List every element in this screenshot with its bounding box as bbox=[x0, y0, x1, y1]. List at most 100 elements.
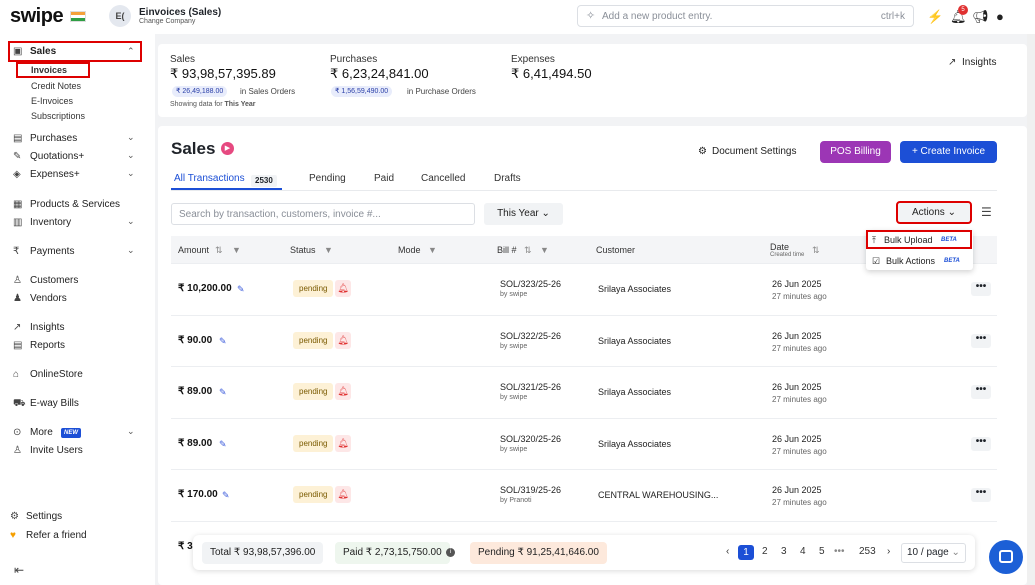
sidebar-item-expenses[interactable]: Expenses+ bbox=[30, 169, 80, 180]
sidebar-item-customers[interactable]: Customers bbox=[30, 275, 78, 286]
amount-cell[interactable]: ₹ 90.00 bbox=[178, 335, 212, 346]
customer-name[interactable]: Srilaya Associates bbox=[598, 284, 671, 294]
company-avatar[interactable]: E( bbox=[109, 5, 131, 27]
customer-name[interactable]: Srilaya Associates bbox=[598, 439, 671, 449]
sidebar-item-quotations[interactable]: Quotations+ bbox=[30, 151, 84, 162]
more-options-button[interactable]: ••• bbox=[971, 488, 991, 502]
filter-icon[interactable]: ▼ bbox=[232, 245, 241, 255]
sidebar-item-invoices[interactable]: Invoices bbox=[31, 65, 67, 75]
sidebar-item-subscriptions[interactable]: Subscriptions bbox=[31, 111, 85, 121]
chevron-down-icon[interactable]: ⌄ bbox=[127, 216, 135, 227]
sort-icon[interactable]: ⇅ bbox=[524, 245, 532, 256]
bulk-upload-item[interactable]: Bulk Upload bbox=[884, 235, 933, 245]
customer-name[interactable]: Srilaya Associates bbox=[598, 387, 671, 397]
reminder-bell-icon[interactable]: 🔔︎ bbox=[335, 280, 351, 297]
reminder-bell-icon[interactable]: 🔔︎ bbox=[335, 383, 351, 400]
chevron-down-icon[interactable]: ⌄ bbox=[127, 150, 135, 161]
sidebar-item-onlinestore[interactable]: OnlineStore bbox=[30, 369, 83, 380]
chevron-up-icon[interactable]: ⌃ bbox=[127, 46, 135, 57]
column-settings-icon[interactable]: ☰ bbox=[981, 205, 992, 219]
column-amount[interactable]: Amount bbox=[178, 245, 209, 255]
chat-support-button[interactable] bbox=[989, 540, 1023, 574]
chevron-down-icon[interactable]: ⌄ bbox=[127, 245, 135, 256]
actions-button[interactable]: Actions ⌄ bbox=[896, 201, 972, 224]
more-options-button[interactable]: ••• bbox=[971, 437, 991, 451]
column-mode[interactable]: Mode bbox=[398, 245, 421, 255]
lightning-icon[interactable]: ⚡ bbox=[927, 9, 943, 25]
document-settings-button[interactable]: Document Settings bbox=[712, 146, 797, 157]
sidebar-item-e-invoices[interactable]: E-Invoices bbox=[31, 96, 73, 106]
amount-cell[interactable]: ₹ 10,200.00 bbox=[178, 283, 232, 294]
next-page-icon[interactable]: › bbox=[887, 546, 890, 557]
more-options-button[interactable]: ••• bbox=[971, 385, 991, 399]
company-name[interactable]: Einvoices (Sales) bbox=[139, 7, 221, 18]
amount-cell[interactable]: ₹ 89.00 bbox=[178, 386, 212, 397]
swipe-logo[interactable]: swipe bbox=[10, 5, 64, 28]
info-icon[interactable]: i bbox=[446, 548, 455, 557]
account-icon[interactable]: ● bbox=[996, 9, 1004, 24]
sort-icon[interactable]: ⇅ bbox=[215, 245, 223, 256]
filter-icon[interactable]: ▼ bbox=[428, 245, 437, 255]
amount-cell[interactable]: ₹ 89.00 bbox=[178, 438, 212, 449]
column-date[interactable]: Date bbox=[770, 242, 789, 252]
create-invoice-button[interactable]: + Create Invoice bbox=[900, 141, 997, 163]
sidebar-item-invite-users[interactable]: Invite Users bbox=[30, 445, 83, 456]
chevron-down-icon[interactable]: ⌄ bbox=[127, 426, 135, 437]
insights-link[interactable]: Insights bbox=[962, 57, 996, 68]
page-ellipsis[interactable]: ••• bbox=[834, 546, 845, 557]
tab-drafts[interactable]: Drafts bbox=[494, 173, 521, 184]
page-253[interactable]: 253 bbox=[859, 546, 876, 557]
more-options-button[interactable]: ••• bbox=[971, 334, 991, 348]
page-5[interactable]: 5 bbox=[819, 546, 825, 557]
page-4[interactable]: 4 bbox=[800, 546, 806, 557]
bill-number[interactable]: SOL/320/25-26 bbox=[500, 434, 561, 444]
sidebar-item-vendors[interactable]: Vendors bbox=[30, 293, 67, 304]
sidebar-item-inventory[interactable]: Inventory bbox=[30, 217, 71, 228]
page-size-select[interactable]: 10 / page ⌄ bbox=[901, 543, 966, 563]
page-2[interactable]: 2 bbox=[762, 546, 768, 557]
sidebar-item-settings[interactable]: Settings bbox=[26, 511, 62, 522]
page-3[interactable]: 3 bbox=[781, 546, 787, 557]
bill-number[interactable]: SOL/319/25-26 bbox=[500, 485, 561, 495]
global-search-input[interactable]: ✧ Add a new product entry. ctrl+k bbox=[577, 5, 914, 27]
change-company-link[interactable]: Change Company bbox=[139, 18, 195, 25]
edit-pencil-icon[interactable]: ✎ bbox=[219, 439, 227, 450]
sidebar-item-refer[interactable]: Refer a friend bbox=[26, 530, 87, 541]
page-scrollbar[interactable] bbox=[1027, 34, 1035, 585]
bill-number[interactable]: SOL/321/25-26 bbox=[500, 382, 561, 392]
page-1[interactable]: 1 bbox=[738, 545, 754, 560]
bill-number[interactable]: SOL/323/25-26 bbox=[500, 279, 561, 289]
collapse-sidebar-icon[interactable]: ⇤ bbox=[14, 563, 24, 577]
column-bill[interactable]: Bill # bbox=[497, 245, 517, 255]
customer-name[interactable]: CENTRAL WAREHOUSING... bbox=[598, 490, 718, 500]
filter-icon[interactable]: ▼ bbox=[324, 245, 333, 255]
tab-cancelled[interactable]: Cancelled bbox=[421, 173, 465, 184]
bill-number[interactable]: SOL/322/25-26 bbox=[500, 331, 561, 341]
sidebar-item-credit-notes[interactable]: Credit Notes bbox=[31, 81, 81, 91]
edit-pencil-icon[interactable]: ✎ bbox=[237, 284, 245, 295]
tab-paid[interactable]: Paid bbox=[374, 173, 394, 184]
reminder-bell-icon[interactable]: 🔔︎ bbox=[335, 332, 351, 349]
sidebar-item-payments[interactable]: Payments bbox=[30, 246, 74, 257]
sidebar-item-eway-bills[interactable]: E-way Bills bbox=[30, 398, 79, 409]
chevron-down-icon[interactable]: ⌄ bbox=[127, 132, 135, 143]
sidebar-item-sales[interactable]: Sales bbox=[30, 46, 56, 57]
sidebar-item-reports[interactable]: Reports bbox=[30, 340, 65, 351]
reminder-bell-icon[interactable]: 🔔︎ bbox=[335, 435, 351, 452]
amount-cell[interactable]: ₹ 170.00 bbox=[178, 489, 218, 500]
column-status[interactable]: Status bbox=[290, 245, 316, 255]
edit-pencil-icon[interactable]: ✎ bbox=[219, 387, 227, 398]
tab-pending[interactable]: Pending bbox=[309, 173, 346, 184]
reminder-bell-icon[interactable]: 🔔︎ bbox=[335, 486, 351, 503]
prev-page-icon[interactable]: ‹ bbox=[726, 546, 729, 557]
column-customer[interactable]: Customer bbox=[596, 245, 635, 255]
more-options-button[interactable]: ••• bbox=[971, 282, 991, 296]
sidebar-item-products[interactable]: Products & Services bbox=[30, 199, 120, 210]
customer-name[interactable]: Srilaya Associates bbox=[598, 336, 671, 346]
megaphone-icon[interactable]: 📢︎ bbox=[972, 9, 989, 25]
sidebar-item-more[interactable]: More bbox=[30, 427, 53, 438]
filter-icon[interactable]: ▼ bbox=[540, 245, 549, 255]
tab-all-transactions[interactable]: All Transactions bbox=[174, 173, 245, 184]
edit-pencil-icon[interactable]: ✎ bbox=[222, 490, 230, 501]
pos-billing-button[interactable]: POS Billing bbox=[820, 141, 891, 163]
